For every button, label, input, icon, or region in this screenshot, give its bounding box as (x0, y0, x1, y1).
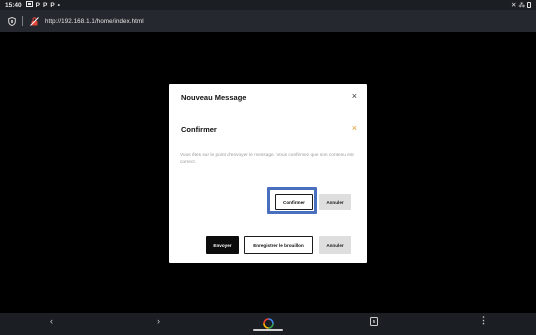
shield-icon[interactable] (8, 16, 16, 26)
confirm-cancel-button[interactable]: Annuler (319, 194, 351, 210)
menu-icon[interactable]: ⋮ (479, 316, 488, 325)
dot-icon: • (57, 1, 60, 9)
url-text[interactable]: http://192.168.1.1/home/index.html (45, 18, 144, 25)
status-bar: 15:40 P P P • ✕ ⁂ (0, 0, 536, 10)
status-time: 15:40 (5, 1, 22, 9)
battery-icon (527, 2, 531, 8)
confirm-message: Vous êtes sur le point d'envoyer le mess… (180, 153, 354, 165)
tabs-icon[interactable]: 5 (370, 317, 378, 326)
image-icon (25, 1, 33, 9)
close-icon[interactable]: × (352, 92, 357, 101)
p-icon: P (50, 1, 55, 9)
cancel-button[interactable]: Annuler (319, 236, 351, 254)
status-right-icons: ✕ ⁂ (511, 1, 531, 9)
confirm-title: Confirmer (181, 125, 217, 134)
browser-nav-bar: ‹ › 5 ⋮ (0, 313, 536, 335)
save-draft-button[interactable]: Enregistrer le brouillon (244, 236, 313, 254)
mute-icon: ✕ (511, 2, 517, 9)
home-indicator[interactable] (253, 329, 283, 331)
p-icon: P (42, 1, 48, 9)
forward-icon[interactable]: › (157, 317, 160, 326)
insecure-lock-icon[interactable] (30, 16, 39, 26)
p-icon: P (35, 1, 40, 9)
browser-address-bar[interactable]: http://192.168.1.1/home/index.html (0, 10, 536, 32)
screen: 15:40 P P P • ✕ ⁂ http://192.168.1.1/hom… (0, 0, 536, 335)
assistant-icon[interactable] (263, 316, 274, 329)
dialog-title: Nouveau Message (181, 93, 247, 102)
confirm-close-icon[interactable]: × (352, 124, 357, 133)
address-separator (22, 16, 23, 26)
wifi-icon: ⁂ (518, 2, 526, 9)
send-button[interactable]: Envoyer (206, 236, 239, 254)
back-icon[interactable]: ‹ (50, 317, 53, 326)
confirm-button[interactable]: Confirmer (275, 194, 313, 210)
